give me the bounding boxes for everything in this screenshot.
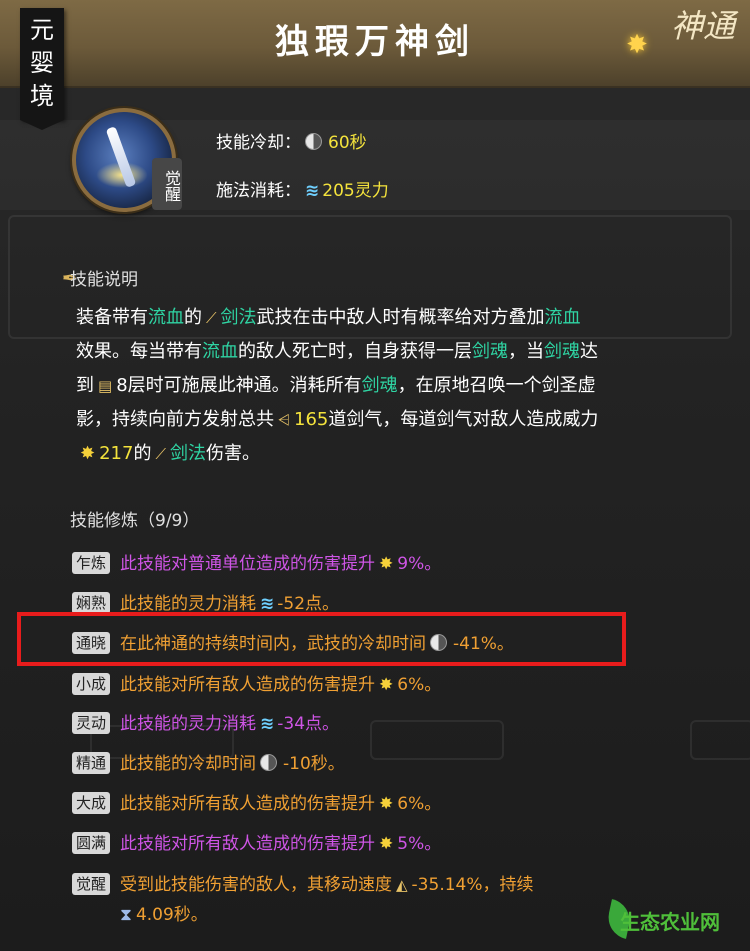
row-text: 此技能对所有敌人造成的伤害提升 xyxy=(120,794,375,814)
keyword: 流血 xyxy=(544,307,581,328)
row-value: 6%。 xyxy=(397,794,442,814)
desc-text: 的敌人死亡时，自身获得一层 xyxy=(238,341,472,362)
background-header xyxy=(370,720,504,760)
spark-icon: ✸ xyxy=(626,30,648,60)
keyword: 剑法 xyxy=(169,443,206,464)
training-row-continued: ⧗ 4.09秒。 xyxy=(120,902,208,928)
row-value: -10秒。 xyxy=(283,754,345,774)
training-row: 觉醒 受到此技能伤害的敌人，其移动速度 ◭ -35.14%，持续 xyxy=(72,872,534,898)
tier-badge: 乍炼 xyxy=(72,552,110,574)
keyword: 剑法 xyxy=(220,307,257,328)
cooldown-value: 60秒 xyxy=(328,133,367,153)
desc-line: 到 ▤ 8层时可施展此神通。消耗所有剑魂，在原地召唤一个剑圣虚 xyxy=(76,369,716,403)
row-text: 此技能对普通单位造成的伤害提升 xyxy=(120,554,375,574)
desc-text: 到 xyxy=(76,375,94,396)
cooldown-label: 技能冷却： xyxy=(216,133,301,153)
tier-badge: 觉醒 xyxy=(72,873,110,895)
desc-text: 达 xyxy=(580,341,598,362)
desc-line: ✸ 217的 ⟋ 剑法伤害。 xyxy=(76,437,716,471)
desc-text: 影，持续向前方发射总共 xyxy=(76,409,274,430)
training-row: 小成 此技能对所有敌人造成的伤害提升 ✸ 6%。 xyxy=(72,672,441,698)
sword-qi-icon: ⩤ xyxy=(278,411,291,429)
row-value: -35.14%，持续 xyxy=(411,875,534,895)
number: 217 xyxy=(99,443,134,464)
number: 165 xyxy=(294,409,329,430)
tier-badge: 圆满 xyxy=(72,832,110,854)
cooldown-icon xyxy=(305,133,322,150)
desc-text: ，当 xyxy=(508,341,544,362)
power-icon: ✸ xyxy=(379,794,394,814)
tier-badge: 精通 xyxy=(72,752,110,774)
row-value: 9%。 xyxy=(397,554,442,574)
keyword: 流血 xyxy=(202,341,238,362)
skill-description: 装备带有流血的 ⟋ 剑法武技在击中敌人时有概率给对方叠加流血 效果。每当带有流血的敌… xyxy=(76,301,716,471)
desc-line: 效果。每当带有流血的敌人死亡时，自身获得一层剑魂，当剑魂达 xyxy=(76,335,716,369)
row-value: -52点。 xyxy=(277,594,340,614)
tier-badge: 大成 xyxy=(72,792,110,814)
tier-badge: 娴熟 xyxy=(72,592,110,614)
row-value: 4.09秒。 xyxy=(135,905,208,925)
boot-icon: ◭ xyxy=(396,876,408,894)
training-row: 大成 此技能对所有敌人造成的伤害提升 ✸ 6%。 xyxy=(72,791,441,817)
row-text: 此技能的冷却时间 xyxy=(120,754,256,774)
row-text: 此技能的灵力消耗 xyxy=(120,594,256,614)
power-icon: ✸ xyxy=(379,554,394,574)
realm-tag: 元婴境 xyxy=(20,8,64,130)
description-heading: 技能说明 xyxy=(70,270,138,290)
training-row: 乍炼 此技能对普通单位造成的伤害提升 ✸ 9%。 xyxy=(72,551,441,577)
keyword: 剑魂 xyxy=(472,341,508,362)
training-row: 圆满 此技能对所有敌人造成的伤害提升 ✸ 5%。 xyxy=(72,831,441,857)
spirit-icon: ≋ xyxy=(260,594,274,614)
cooldown-stat: 技能冷却： 60秒 xyxy=(216,128,367,153)
cost-stat: 施法消耗： ≋ 205灵力 xyxy=(216,176,389,201)
desc-line: 影，持续向前方发射总共 ⩤ 165道剑气，每道剑气对敌人造成威力 xyxy=(76,403,716,437)
spirit-icon: ≋ xyxy=(305,181,319,201)
row-text: 受到此技能伤害的敌人，其移动速度 xyxy=(120,875,392,895)
desc-text: 效果。每当带有 xyxy=(76,341,202,362)
desc-text: 的 xyxy=(184,307,202,328)
cost-value: 205灵力 xyxy=(322,181,389,201)
power-icon: ✸ xyxy=(379,675,394,695)
keyword: 剑魂 xyxy=(544,341,580,362)
sword-icon: ⟋ xyxy=(206,309,217,327)
keyword: 流血 xyxy=(148,307,184,328)
awakened-tag: 觉醒 xyxy=(152,158,182,210)
cooldown-icon xyxy=(260,754,277,771)
desc-line: 装备带有流血的 ⟋ 剑法武技在击中敌人时有概率给对方叠加流血 xyxy=(76,301,716,335)
row-value: -34点。 xyxy=(277,714,340,734)
background-header xyxy=(690,720,750,760)
power-icon: ✸ xyxy=(379,834,394,854)
desc-text: 武技在击中敌人时有概率给对方叠加 xyxy=(256,307,545,328)
hourglass-icon: ⧗ xyxy=(120,905,132,925)
tier-badge: 小成 xyxy=(72,673,110,695)
scroll-icon: ▤ xyxy=(98,377,113,395)
sword-icon: ⟋ xyxy=(155,445,166,463)
training-row: 精通 此技能的冷却时间 -10秒。 xyxy=(72,751,345,777)
desc-text: 道剑气，每道剑气对敌人造成威力 xyxy=(328,409,599,430)
tier-badge: 灵动 xyxy=(72,712,110,734)
cost-label: 施法消耗： xyxy=(216,181,301,201)
power-icon: ✸ xyxy=(80,443,96,464)
desc-text: 8层时可施展此神通。消耗所有 xyxy=(116,375,362,396)
desc-text: 装备带有 xyxy=(76,307,148,328)
training-row: 灵动 此技能的灵力消耗 ≋ -34点。 xyxy=(72,711,339,737)
skill-detail-page: 独瑕万神剑 元婴境 ✸ 神通 觉醒 技能冷却： 60秒 施法消耗： ≋ 205灵力 ✒… xyxy=(0,0,750,951)
row-text: 此技能对所有敌人造成的伤害提升 xyxy=(120,675,375,695)
spirit-icon: ≋ xyxy=(260,714,274,734)
training-heading: 技能修炼（9/9） xyxy=(70,511,200,531)
row-text: 此技能的灵力消耗 xyxy=(120,714,256,734)
desc-text: 伤害。 xyxy=(205,443,260,464)
desc-text: 的 xyxy=(133,443,152,464)
keyword: 剑魂 xyxy=(361,375,398,396)
highlight-box xyxy=(17,612,626,666)
watermark: 生态农业网 xyxy=(620,910,720,934)
row-value: 6%。 xyxy=(397,675,442,695)
row-value: 5%。 xyxy=(397,834,442,854)
row-text: 此技能对所有敌人造成的伤害提升 xyxy=(120,834,375,854)
desc-text: ，在原地召唤一个剑圣虚 xyxy=(397,375,596,396)
shentong-badge: 神通 xyxy=(670,7,735,45)
